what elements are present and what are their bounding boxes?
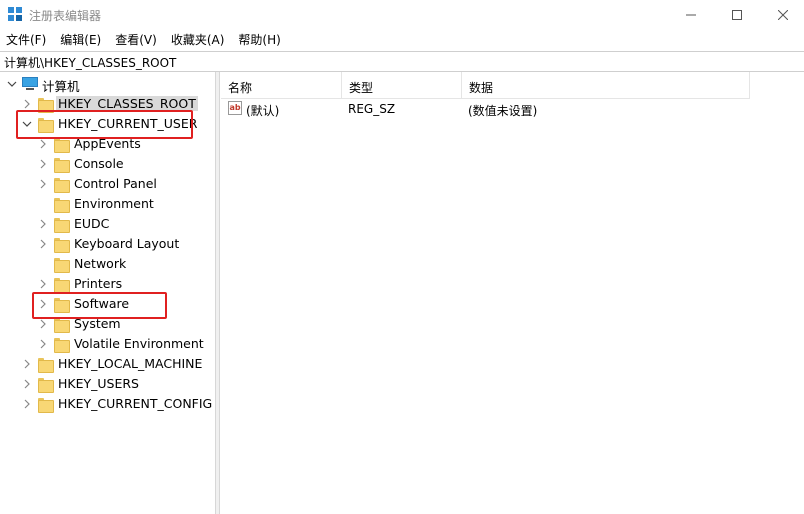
- folder-icon: [38, 97, 54, 113]
- menu-edit[interactable]: 编辑(E): [53, 30, 108, 50]
- regedit-app-icon: [8, 7, 22, 21]
- tree-node-eudc[interactable]: EUDC: [0, 214, 215, 234]
- value-data: (数值未设置): [468, 104, 538, 118]
- tree-node-hkey-current-config[interactable]: HKEY_CURRENT_CONFIG: [0, 394, 215, 414]
- chevron-right-icon[interactable]: [38, 279, 48, 289]
- chevron-right-icon[interactable]: [38, 319, 48, 329]
- tree-label: EUDC: [74, 216, 110, 231]
- tree-label: HKEY_USERS: [58, 376, 139, 391]
- folder-icon: [54, 257, 70, 273]
- chevron-right-icon[interactable]: [22, 379, 32, 389]
- string-value-icon: ab: [228, 101, 242, 115]
- maximize-icon: [732, 10, 742, 20]
- tree-node-computer[interactable]: 计算机: [0, 74, 215, 94]
- tree-node-network[interactable]: Network: [0, 254, 215, 274]
- tree-node-keyboard-layout[interactable]: Keyboard Layout: [0, 234, 215, 254]
- close-button[interactable]: [760, 0, 804, 30]
- tree-node-environment[interactable]: Environment: [0, 194, 215, 214]
- tree-node-volatile-environment[interactable]: Volatile Environment: [0, 334, 215, 354]
- registry-tree: 计算机 HKEY_CLASSES_ROOT HKEY_CURRENT_USER …: [0, 72, 216, 514]
- folder-icon: [54, 277, 70, 293]
- computer-icon: [22, 77, 38, 91]
- tree-label: Network: [74, 256, 127, 271]
- window-title: 注册表编辑器: [29, 9, 102, 23]
- close-icon: [778, 10, 788, 20]
- menu-bar: 文件(F) 编辑(E) 查看(V) 收藏夹(A) 帮助(H): [0, 30, 804, 50]
- chevron-down-icon[interactable]: [7, 79, 17, 89]
- value-name: (默认): [246, 104, 280, 118]
- folder-icon: [54, 217, 70, 233]
- tree-node-control-panel[interactable]: Control Panel: [0, 174, 215, 194]
- tree-label: Console: [74, 156, 124, 171]
- chevron-right-icon[interactable]: [38, 219, 48, 229]
- column-header-label: 名称: [228, 81, 253, 95]
- menu-help[interactable]: 帮助(H): [231, 30, 287, 50]
- menu-file[interactable]: 文件(F): [0, 30, 53, 50]
- tree-label: 计算机: [42, 79, 80, 94]
- tree-label: HKEY_CURRENT_CONFIG: [58, 396, 213, 411]
- folder-icon: [54, 137, 70, 153]
- tree-node-printers[interactable]: Printers: [0, 274, 215, 294]
- chevron-right-icon[interactable]: [38, 159, 48, 169]
- tree-label: Control Panel: [74, 176, 157, 191]
- chevron-right-icon[interactable]: [38, 179, 48, 189]
- column-header-type[interactable]: 类型: [342, 72, 462, 99]
- folder-icon: [38, 397, 54, 413]
- minimize-icon: [686, 14, 696, 16]
- menu-view[interactable]: 查看(V): [108, 30, 164, 50]
- column-header-label: 数据: [469, 81, 494, 95]
- tree-node-hkey-local-machine[interactable]: HKEY_LOCAL_MACHINE: [0, 354, 215, 374]
- tree-label: Environment: [74, 196, 154, 211]
- folder-icon: [54, 177, 70, 193]
- address-bar[interactable]: 计算机\HKEY_CLASSES_ROOT: [0, 51, 804, 72]
- folder-icon: [54, 237, 70, 253]
- tree-label: Printers: [74, 276, 123, 291]
- tree-label: HKEY_CLASSES_ROOT: [56, 96, 198, 111]
- folder-icon: [38, 357, 54, 373]
- chevron-right-icon[interactable]: [38, 139, 48, 149]
- folder-icon: [54, 337, 70, 353]
- highlight-box-current-user: [16, 110, 193, 139]
- folder-icon: [54, 157, 70, 173]
- column-header-data[interactable]: 数据: [462, 72, 750, 99]
- folder-icon: [54, 317, 70, 333]
- highlight-box-software: [32, 292, 167, 319]
- tree-node-hkey-users[interactable]: HKEY_USERS: [0, 374, 215, 394]
- tree-scrollbar[interactable]: [216, 72, 220, 514]
- minimize-button[interactable]: [668, 0, 714, 30]
- folder-icon: [38, 377, 54, 393]
- tree-node-console[interactable]: Console: [0, 154, 215, 174]
- tree-label: HKEY_LOCAL_MACHINE: [58, 356, 203, 371]
- menu-favorites[interactable]: 收藏夹(A): [164, 30, 232, 50]
- chevron-right-icon[interactable]: [22, 359, 32, 369]
- chevron-right-icon[interactable]: [38, 339, 48, 349]
- column-header-label: 类型: [349, 81, 374, 95]
- tree-label: Volatile Environment: [74, 336, 204, 351]
- values-list: 名称 类型 数据 ab (默认) REG_SZ (数值未设置): [221, 72, 804, 514]
- value-type: REG_SZ: [348, 102, 396, 116]
- title-bar: 注册表编辑器: [0, 0, 804, 30]
- tree-label: Keyboard Layout: [74, 236, 180, 251]
- column-header-name[interactable]: 名称: [221, 72, 342, 99]
- folder-icon: [54, 197, 70, 213]
- address-path[interactable]: 计算机\HKEY_CLASSES_ROOT: [4, 54, 176, 71]
- chevron-right-icon[interactable]: [38, 239, 48, 249]
- maximize-button[interactable]: [714, 0, 760, 30]
- chevron-right-icon[interactable]: [22, 399, 32, 409]
- chevron-right-icon[interactable]: [22, 99, 32, 109]
